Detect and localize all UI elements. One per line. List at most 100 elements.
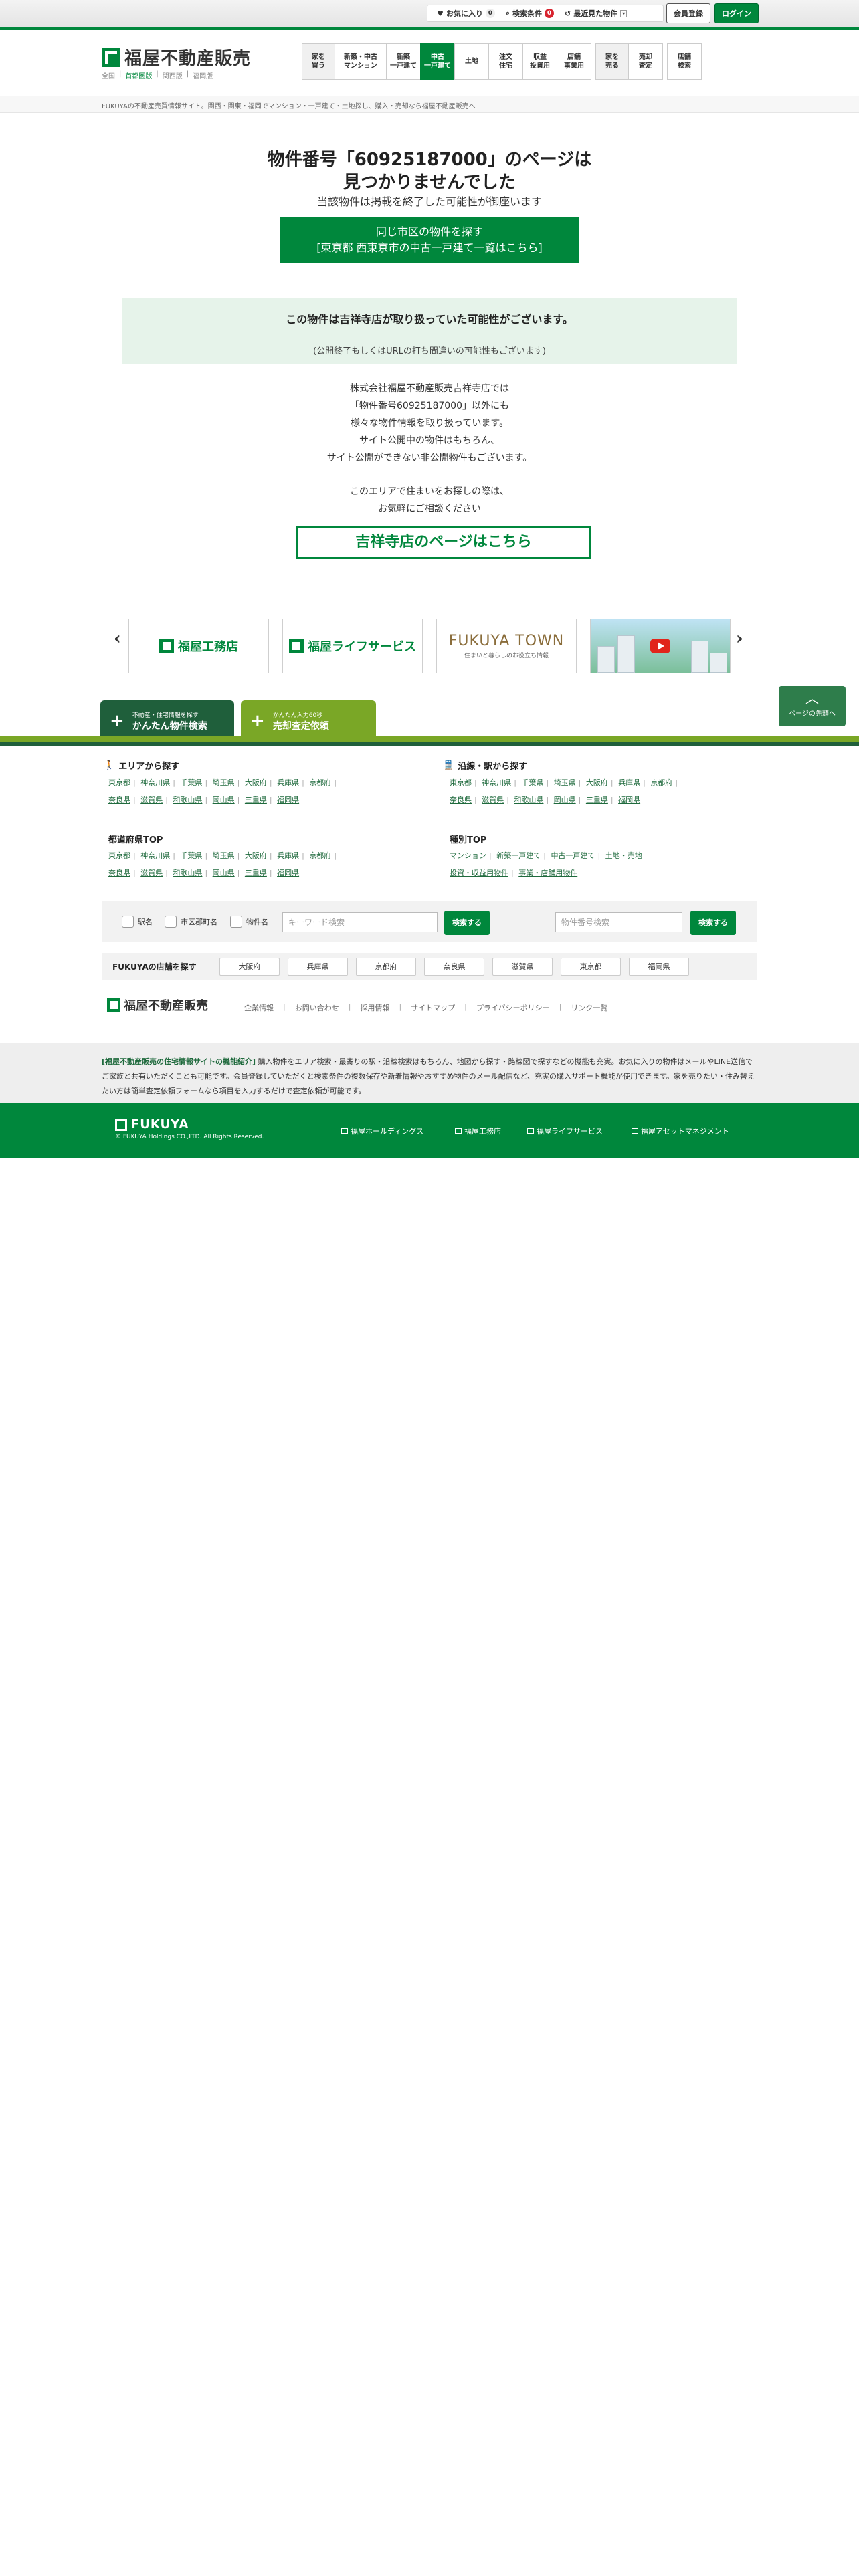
- pref-link[interactable]: 和歌山県: [173, 869, 202, 877]
- group-link-koumuten[interactable]: 福屋工務店: [455, 1125, 501, 1136]
- area-link[interactable]: 和歌山県: [173, 796, 202, 804]
- area-link[interactable]: 京都府: [309, 778, 331, 787]
- pref-link[interactable]: 神奈川県: [140, 851, 170, 860]
- area-link[interactable]: 大阪府: [245, 778, 267, 787]
- store-pref-button[interactable]: 京都府: [356, 958, 416, 976]
- banner-fukuya-town[interactable]: FUKUYA TOWN 住まいと暮らしのお役立ち情報: [436, 619, 577, 673]
- line-link[interactable]: 東京都: [450, 778, 472, 787]
- store-pref-button[interactable]: 滋賀県: [492, 958, 553, 976]
- footer-nav-privacy[interactable]: プライバシーポリシー: [476, 1002, 550, 1013]
- property-number-search-button[interactable]: 検索する: [690, 911, 736, 935]
- area-link[interactable]: 千葉県: [180, 778, 202, 787]
- region-national[interactable]: 全国: [102, 70, 115, 80]
- banner-fukuya-life-service[interactable]: 福屋ライフサービス: [282, 619, 423, 673]
- type-link[interactable]: 中古一戸建て: [551, 851, 595, 860]
- chevron-right-icon[interactable]: ›: [736, 629, 743, 649]
- type-link[interactable]: 新築一戸建て: [496, 851, 541, 860]
- line-link[interactable]: 奈良県: [450, 796, 472, 804]
- line-link[interactable]: 千葉県: [521, 778, 543, 787]
- area-link[interactable]: 東京都: [108, 778, 130, 787]
- keyword-search-input[interactable]: キーワード検索: [282, 912, 438, 932]
- nav-mansion[interactable]: 新築・中古 マンション: [335, 43, 387, 80]
- footer-nav-contact[interactable]: お問い合わせ: [295, 1002, 339, 1013]
- login-button[interactable]: ログイン: [714, 3, 759, 23]
- nav-investment[interactable]: 収益 投資用: [522, 43, 557, 80]
- type-link[interactable]: マンション: [450, 851, 486, 860]
- nav-custom-house[interactable]: 注文 住宅: [488, 43, 523, 80]
- nav-buy[interactable]: 家を 買う: [302, 43, 335, 80]
- group-link-asset-management[interactable]: 福屋アセットマネジメント: [632, 1125, 729, 1136]
- nav-sell[interactable]: 家を 売る: [595, 43, 629, 80]
- area-link[interactable]: 滋賀県: [140, 796, 163, 804]
- search-conditions-link[interactable]: ⌕ 検索条件 0: [506, 8, 555, 19]
- pref-link[interactable]: 三重県: [245, 869, 267, 877]
- nav-appraisal[interactable]: 売却 査定: [628, 43, 663, 80]
- pref-link[interactable]: 岡山県: [213, 869, 235, 877]
- pref-link[interactable]: 埼玉県: [213, 851, 235, 860]
- area-link[interactable]: 兵庫県: [277, 778, 299, 787]
- pref-link[interactable]: 千葉県: [180, 851, 202, 860]
- line-link[interactable]: 埼玉県: [554, 778, 576, 787]
- group-link-holdings[interactable]: 福屋ホールディングス: [341, 1125, 423, 1136]
- store-pref-button[interactable]: 奈良県: [424, 958, 484, 976]
- keyword-search-button[interactable]: 検索する: [444, 911, 490, 935]
- nav-commercial[interactable]: 店舗 事業用: [557, 43, 591, 80]
- pref-link[interactable]: 大阪府: [245, 851, 267, 860]
- footer-nav-links[interactable]: リンク一覧: [571, 1002, 607, 1013]
- pref-link[interactable]: 東京都: [108, 851, 130, 860]
- line-link[interactable]: 大阪府: [586, 778, 608, 787]
- store-pref-button[interactable]: 東京都: [561, 958, 621, 976]
- pref-link[interactable]: 京都府: [309, 851, 331, 860]
- pref-link[interactable]: 滋賀県: [140, 869, 163, 877]
- store-pref-button[interactable]: 兵庫県: [288, 958, 348, 976]
- recent-viewed-link[interactable]: ↺ 最近見た物件 ▾: [565, 8, 628, 19]
- region-kansai[interactable]: 関西版: [163, 70, 183, 80]
- store-pref-button[interactable]: 福岡県: [629, 958, 689, 976]
- register-button[interactable]: 会員登録: [666, 3, 710, 23]
- store-page-button[interactable]: 吉祥寺店のページはこちら: [296, 526, 591, 559]
- region-kanto[interactable]: 首都圏版: [125, 70, 152, 80]
- pref-link[interactable]: 兵庫県: [277, 851, 299, 860]
- line-link[interactable]: 三重県: [586, 796, 608, 804]
- footer-nav-company[interactable]: 企業情報: [244, 1002, 274, 1013]
- line-link[interactable]: 京都府: [650, 778, 672, 787]
- nav-land[interactable]: 土地: [454, 43, 489, 80]
- site-logo[interactable]: 福屋不動産販売: [102, 45, 251, 70]
- city-checkbox[interactable]: 市区郡町名: [165, 916, 217, 928]
- line-link[interactable]: 滋賀県: [482, 796, 504, 804]
- footer-nav-sitemap[interactable]: サイトマップ: [411, 1002, 455, 1013]
- property-name-checkbox[interactable]: 物件名: [230, 916, 268, 928]
- type-link[interactable]: 土地・売地: [605, 851, 642, 860]
- store-pref-button[interactable]: 大阪府: [219, 958, 280, 976]
- area-link[interactable]: 三重県: [245, 796, 267, 804]
- line-link[interactable]: 神奈川県: [482, 778, 511, 787]
- type-link[interactable]: 事業・店舗用物件: [518, 869, 577, 877]
- footer-nav-recruit[interactable]: 採用情報: [360, 1002, 389, 1013]
- property-number-input[interactable]: 物件番号検索: [555, 912, 682, 932]
- chevron-left-icon[interactable]: ‹: [114, 629, 121, 649]
- area-link[interactable]: 神奈川県: [140, 778, 170, 787]
- region-fukuoka[interactable]: 福岡版: [193, 70, 213, 80]
- nav-store-search[interactable]: 店舗 検索: [667, 43, 702, 80]
- area-link[interactable]: 福岡県: [277, 796, 299, 804]
- line-link[interactable]: 福岡県: [618, 796, 640, 804]
- banner-video[interactable]: [590, 619, 731, 673]
- area-link[interactable]: 奈良県: [108, 796, 130, 804]
- fukuya-holdings-logo[interactable]: FUKUYA: [115, 1117, 189, 1132]
- area-link[interactable]: 埼玉県: [213, 778, 235, 787]
- group-link-life-service[interactable]: 福屋ライフサービス: [527, 1125, 603, 1136]
- nav-used-house[interactable]: 中古 一戸建て: [420, 43, 455, 80]
- line-link[interactable]: 岡山県: [554, 796, 576, 804]
- type-link[interactable]: 投資・収益用物件: [450, 869, 508, 877]
- banner-fukuya-koumuten[interactable]: 福屋工務店: [128, 619, 269, 673]
- line-link[interactable]: 兵庫県: [618, 778, 640, 787]
- area-link[interactable]: 岡山県: [213, 796, 235, 804]
- pref-link[interactable]: 奈良県: [108, 869, 130, 877]
- pref-link[interactable]: 福岡県: [277, 869, 299, 877]
- search-same-city-button[interactable]: 同じ市区の物件を探す [東京都 西東京市の中古一戸建て一覧はこちら]: [280, 217, 579, 263]
- favorites-link[interactable]: ♥ お気に入り 0: [437, 8, 495, 19]
- line-link[interactable]: 和歌山県: [514, 796, 543, 804]
- page-top-button[interactable]: ︿ ページの先頭へ: [779, 686, 846, 726]
- station-checkbox[interactable]: 駅名: [122, 916, 153, 928]
- nav-new-house[interactable]: 新築 一戸建て: [386, 43, 421, 80]
